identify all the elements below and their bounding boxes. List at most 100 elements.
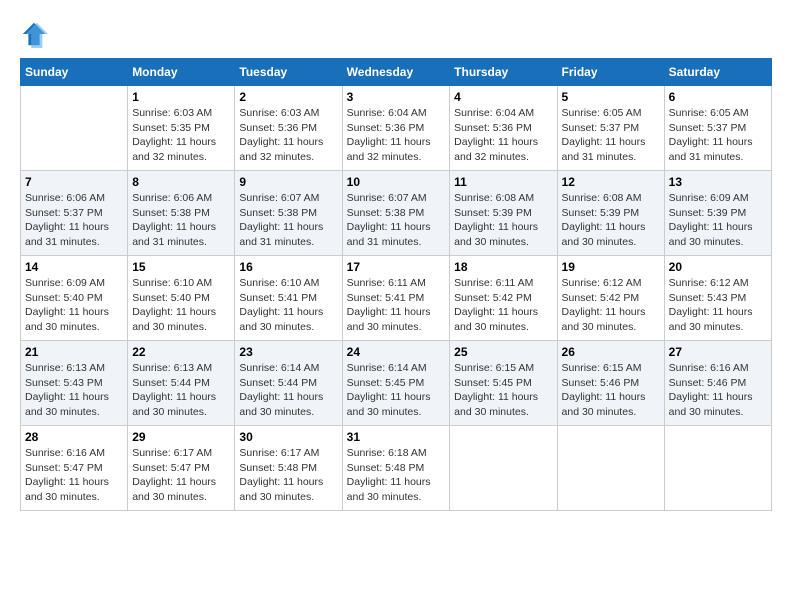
day-info: Sunrise: 6:16 AMSunset: 5:47 PMDaylight:… <box>25 446 123 505</box>
day-info: Sunrise: 6:03 AMSunset: 5:36 PMDaylight:… <box>239 106 337 165</box>
logo <box>20 20 52 48</box>
day-info: Sunrise: 6:07 AMSunset: 5:38 PMDaylight:… <box>347 191 446 250</box>
weekday-header: Wednesday <box>342 59 450 86</box>
calendar-cell: 13Sunrise: 6:09 AMSunset: 5:39 PMDayligh… <box>664 171 771 256</box>
day-number: 30 <box>239 430 337 444</box>
day-number: 4 <box>454 90 552 104</box>
day-number: 16 <box>239 260 337 274</box>
calendar-cell: 19 Sunrise: 6:12 AMSunset: 5:42 PMDayligh… <box>557 256 664 341</box>
calendar-cell: 3 Sunrise: 6:04 AMSunset: 5:36 PMDaylight… <box>342 86 450 171</box>
calendar-cell: 9 Sunrise: 6:07 AMSunset: 5:38 PMDaylight… <box>235 171 342 256</box>
weekday-header: Saturday <box>664 59 771 86</box>
day-number: 29 <box>132 430 230 444</box>
calendar-week-row: 7 Sunrise: 6:06 AMSunset: 5:37 PMDaylight… <box>21 171 772 256</box>
day-info: Sunrise: 6:07 AMSunset: 5:38 PMDaylight:… <box>239 191 337 250</box>
calendar-cell: 26 Sunrise: 6:15 AMSunset: 5:46 PMDayligh… <box>557 341 664 426</box>
day-number: 26 <box>562 345 660 359</box>
calendar-cell: 30 Sunrise: 6:17 AMSunset: 5:48 PMDayligh… <box>235 426 342 511</box>
calendar-cell: 15 Sunrise: 6:10 AMSunset: 5:40 PMDayligh… <box>128 256 235 341</box>
day-number: 13 <box>669 175 767 189</box>
calendar-cell: 21 Sunrise: 6:13 AMSunset: 5:43 PMDayligh… <box>21 341 128 426</box>
calendar-week-row: 14Sunrise: 6:09 AMSunset: 5:40 PMDayligh… <box>21 256 772 341</box>
day-info: Sunrise: 6:14 AMSunset: 5:45 PMDaylight:… <box>347 361 446 420</box>
weekday-header-row: SundayMondayTuesdayWednesdayThursdayFrid… <box>21 59 772 86</box>
calendar-cell: 12 Sunrise: 6:08 AMSunset: 5:39 PMDayligh… <box>557 171 664 256</box>
day-info: Sunrise: 6:04 AMSunset: 5:36 PMDaylight:… <box>347 106 446 165</box>
day-number: 11 <box>454 175 552 189</box>
day-number: 20 <box>669 260 767 274</box>
day-info: Sunrise: 6:05 AMSunset: 5:37 PMDaylight:… <box>562 106 660 165</box>
calendar-cell: 4 Sunrise: 6:04 AMSunset: 5:36 PMDaylight… <box>450 86 557 171</box>
day-number: 15 <box>132 260 230 274</box>
day-number: 8 <box>132 175 230 189</box>
day-number: 25 <box>454 345 552 359</box>
calendar-cell: 24Sunrise: 6:14 AMSunset: 5:45 PMDayligh… <box>342 341 450 426</box>
calendar-week-row: 1 Sunrise: 6:03 AMSunset: 5:35 PMDaylight… <box>21 86 772 171</box>
calendar-cell <box>21 86 128 171</box>
calendar-cell: 1 Sunrise: 6:03 AMSunset: 5:35 PMDaylight… <box>128 86 235 171</box>
day-number: 12 <box>562 175 660 189</box>
day-number: 7 <box>25 175 123 189</box>
calendar-cell: 16 Sunrise: 6:10 AMSunset: 5:41 PMDayligh… <box>235 256 342 341</box>
calendar-table: SundayMondayTuesdayWednesdayThursdayFrid… <box>20 58 772 511</box>
day-number: 5 <box>562 90 660 104</box>
day-number: 1 <box>132 90 230 104</box>
calendar-cell: 17 Sunrise: 6:11 AMSunset: 5:41 PMDayligh… <box>342 256 450 341</box>
day-info: Sunrise: 6:13 AMSunset: 5:44 PMDaylight:… <box>132 361 230 420</box>
day-info: Sunrise: 6:15 AMSunset: 5:45 PMDaylight:… <box>454 361 552 420</box>
day-number: 18 <box>454 260 552 274</box>
day-number: 3 <box>347 90 446 104</box>
calendar-week-row: 28 Sunrise: 6:16 AMSunset: 5:47 PMDayligh… <box>21 426 772 511</box>
day-number: 28 <box>25 430 123 444</box>
day-info: Sunrise: 6:12 AMSunset: 5:42 PMDaylight:… <box>562 276 660 335</box>
calendar-cell <box>450 426 557 511</box>
day-number: 19 <box>562 260 660 274</box>
day-info: Sunrise: 6:10 AMSunset: 5:41 PMDaylight:… <box>239 276 337 335</box>
day-number: 22 <box>132 345 230 359</box>
calendar-cell: 23Sunrise: 6:14 AMSunset: 5:44 PMDayligh… <box>235 341 342 426</box>
day-info: Sunrise: 6:06 AMSunset: 5:37 PMDaylight:… <box>25 191 123 250</box>
day-info: Sunrise: 6:16 AMSunset: 5:46 PMDaylight:… <box>669 361 767 420</box>
day-number: 10 <box>347 175 446 189</box>
weekday-header: Thursday <box>450 59 557 86</box>
day-info: Sunrise: 6:11 AMSunset: 5:41 PMDaylight:… <box>347 276 446 335</box>
calendar-cell: 28 Sunrise: 6:16 AMSunset: 5:47 PMDayligh… <box>21 426 128 511</box>
calendar-cell: 11 Sunrise: 6:08 AMSunset: 5:39 PMDayligh… <box>450 171 557 256</box>
day-number: 23 <box>239 345 337 359</box>
calendar-cell: 27Sunrise: 6:16 AMSunset: 5:46 PMDayligh… <box>664 341 771 426</box>
day-info: Sunrise: 6:04 AMSunset: 5:36 PMDaylight:… <box>454 106 552 165</box>
day-info: Sunrise: 6:13 AMSunset: 5:43 PMDaylight:… <box>25 361 123 420</box>
calendar-cell: 6 Sunrise: 6:05 AMSunset: 5:37 PMDaylight… <box>664 86 771 171</box>
day-number: 14 <box>25 260 123 274</box>
day-info: Sunrise: 6:12 AMSunset: 5:43 PMDaylight:… <box>669 276 767 335</box>
day-number: 21 <box>25 345 123 359</box>
day-number: 17 <box>347 260 446 274</box>
page-header <box>20 20 772 48</box>
day-number: 6 <box>669 90 767 104</box>
day-info: Sunrise: 6:18 AMSunset: 5:48 PMDaylight:… <box>347 446 446 505</box>
calendar-cell: 25 Sunrise: 6:15 AMSunset: 5:45 PMDayligh… <box>450 341 557 426</box>
day-info: Sunrise: 6:17 AMSunset: 5:47 PMDaylight:… <box>132 446 230 505</box>
weekday-header: Tuesday <box>235 59 342 86</box>
day-info: Sunrise: 6:08 AMSunset: 5:39 PMDaylight:… <box>562 191 660 250</box>
calendar-cell: 31Sunrise: 6:18 AMSunset: 5:48 PMDayligh… <box>342 426 450 511</box>
day-info: Sunrise: 6:06 AMSunset: 5:38 PMDaylight:… <box>132 191 230 250</box>
calendar-cell: 22 Sunrise: 6:13 AMSunset: 5:44 PMDayligh… <box>128 341 235 426</box>
calendar-cell: 5 Sunrise: 6:05 AMSunset: 5:37 PMDaylight… <box>557 86 664 171</box>
calendar-cell: 7 Sunrise: 6:06 AMSunset: 5:37 PMDaylight… <box>21 171 128 256</box>
weekday-header: Friday <box>557 59 664 86</box>
calendar-week-row: 21 Sunrise: 6:13 AMSunset: 5:43 PMDayligh… <box>21 341 772 426</box>
calendar-cell: 18Sunrise: 6:11 AMSunset: 5:42 PMDayligh… <box>450 256 557 341</box>
day-info: Sunrise: 6:10 AMSunset: 5:40 PMDaylight:… <box>132 276 230 335</box>
calendar-cell: 8 Sunrise: 6:06 AMSunset: 5:38 PMDaylight… <box>128 171 235 256</box>
calendar-cell: 10 Sunrise: 6:07 AMSunset: 5:38 PMDayligh… <box>342 171 450 256</box>
calendar-cell: 20 Sunrise: 6:12 AMSunset: 5:43 PMDayligh… <box>664 256 771 341</box>
day-info: Sunrise: 6:08 AMSunset: 5:39 PMDaylight:… <box>454 191 552 250</box>
logo-icon <box>20 20 48 48</box>
day-info: Sunrise: 6:03 AMSunset: 5:35 PMDaylight:… <box>132 106 230 165</box>
day-info: Sunrise: 6:05 AMSunset: 5:37 PMDaylight:… <box>669 106 767 165</box>
day-info: Sunrise: 6:17 AMSunset: 5:48 PMDaylight:… <box>239 446 337 505</box>
day-number: 9 <box>239 175 337 189</box>
day-info: Sunrise: 6:15 AMSunset: 5:46 PMDaylight:… <box>562 361 660 420</box>
weekday-header: Monday <box>128 59 235 86</box>
